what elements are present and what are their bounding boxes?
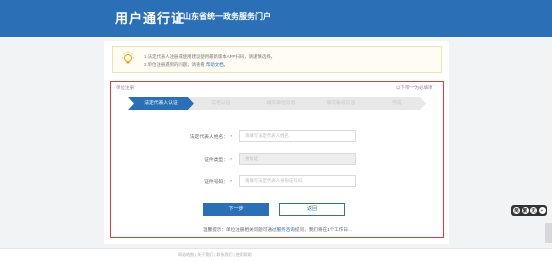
required-hint: 以下带"*"为必填项 xyxy=(396,85,433,90)
step-real-name-auth: 实名认证 xyxy=(188,97,254,110)
floating-toolbar: 简 繁 无 + xyxy=(511,205,547,216)
id-number-label-text: 证件号码： xyxy=(204,180,229,185)
lightbulb-icon xyxy=(122,51,134,64)
required-mark: * xyxy=(230,158,232,163)
next-button[interactable]: 下一步 xyxy=(203,203,269,216)
back-button[interactable]: 返回 xyxy=(279,203,345,216)
accessibility-button[interactable]: 无 xyxy=(530,207,537,214)
simplified-chinese-button[interactable]: 简 xyxy=(513,207,520,214)
step-unit-info: 填写单位信息 xyxy=(248,97,314,110)
tip-prefix: 温馨提示：单位注册相关问题可通过 xyxy=(203,227,277,232)
footer-links[interactable]: 网站地图 | 关于我们 | 联系我们 | 使用帮助 xyxy=(178,252,252,258)
zoom-in-button[interactable]: + xyxy=(538,207,546,214)
side-scroll-handle[interactable] xyxy=(545,223,552,243)
tip-suffix: 提问，我们将在1个工作日... xyxy=(294,227,352,232)
name-label: 法定代表人姓名： * xyxy=(172,133,232,140)
progress-steps: 法定代表人认证 实名认证 填写单位信息 填写账号信息 完成 xyxy=(128,97,426,110)
page-footer: 网站地图 | 关于我们 | 联系我们 | 使用帮助 xyxy=(0,248,552,262)
help-doc-link[interactable]: 帮助文档。 xyxy=(206,62,228,67)
id-type-label: 证件类型： * xyxy=(172,156,232,163)
notice-box: 1.法定代表人注册或使用建议使用最新版本APP扫码，请谨慎选择。 2.单位注册遇… xyxy=(112,46,442,73)
service-consult-link[interactable]: 服务咨询 xyxy=(277,227,295,232)
required-mark: * xyxy=(230,180,232,185)
site-subtitle: 山东省统一政务服务门户 xyxy=(183,12,271,21)
legal-rep-name-input[interactable]: 请填写法定代表人姓名 xyxy=(239,130,356,142)
step-complete: 完成 xyxy=(368,97,426,110)
notice-line-2: 2.单位注册遇到的问题，请查看 帮助文档。 xyxy=(144,62,228,68)
notice-line-1: 1.法定代表人注册或使用建议使用最新版本APP扫码，请谨慎选择。 xyxy=(144,54,275,59)
step-legal-rep-auth: 法定代表人认证 xyxy=(128,97,194,110)
id-type-label-text: 证件类型： xyxy=(204,158,229,163)
site-header: 用户通行证 山东省统一政务服务门户 xyxy=(0,0,552,37)
name-label-text: 法定代表人姓名： xyxy=(189,135,229,140)
tip-text: 温馨提示：单位注册相关问题可通过服务咨询提问，我们将在1个工作日... xyxy=(203,227,352,233)
id-type-select[interactable]: 身份证 xyxy=(239,153,356,165)
id-number-label: 证件号码： * xyxy=(172,178,232,185)
required-mark: * xyxy=(230,135,232,140)
notice-line-2-text: 2.单位注册遇到的问题，请查看 xyxy=(144,62,205,67)
site-title: 用户通行证 xyxy=(115,11,186,26)
id-number-input[interactable]: 请填写法定代表人身份证号码 xyxy=(239,175,356,187)
header-divider xyxy=(178,11,179,24)
traditional-chinese-button[interactable]: 繁 xyxy=(521,207,529,214)
breadcrumb: 单位注册 xyxy=(116,85,134,90)
step-account-info: 填写账号信息 xyxy=(308,97,374,110)
